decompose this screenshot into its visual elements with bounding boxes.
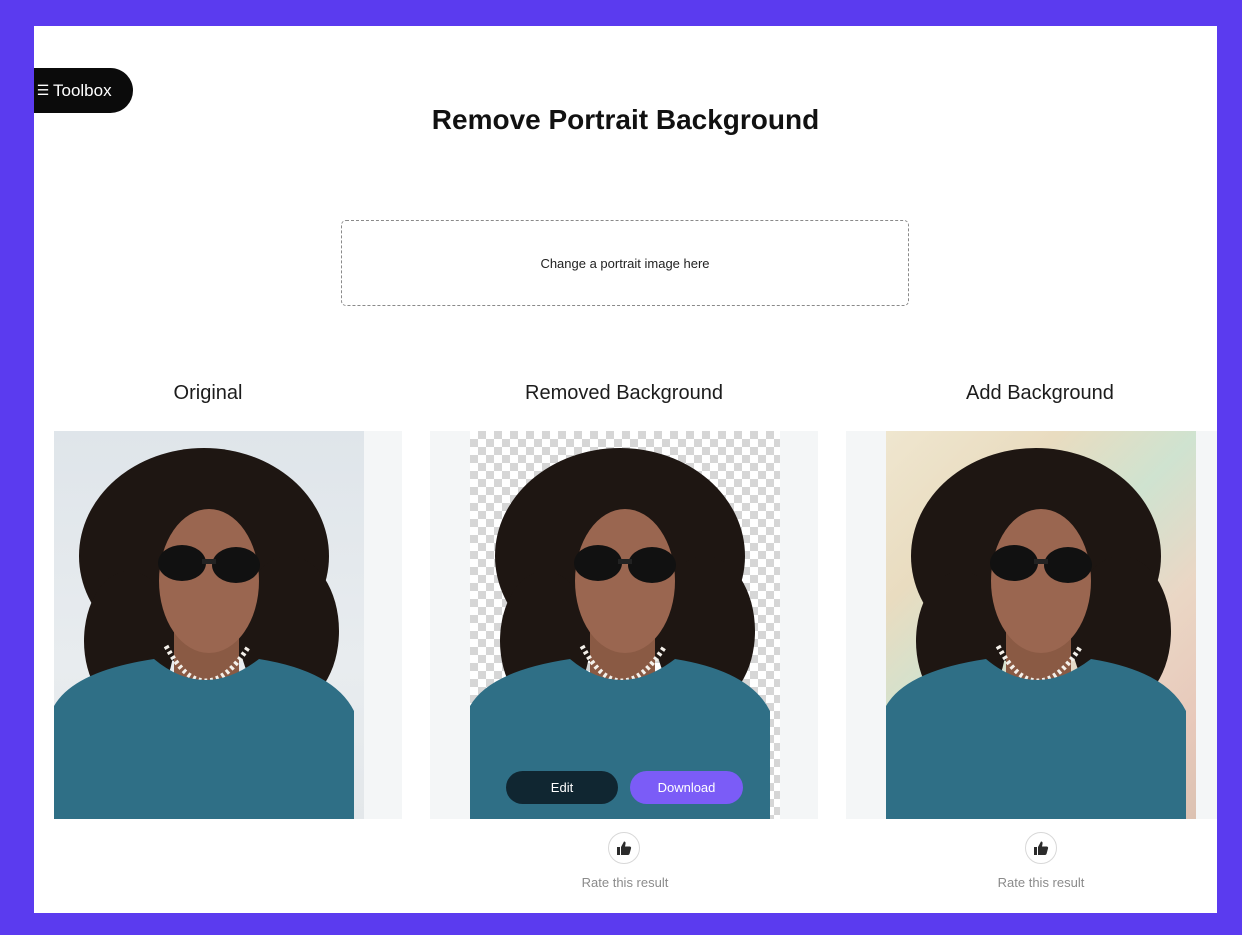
- removed-background-title: Removed Background: [525, 382, 723, 404]
- rate-removed-label: Rate this result: [581, 875, 669, 890]
- removed-background-photo: [470, 431, 780, 819]
- app-frame: ☰ Toolbox Remove Portrait Background Cha…: [34, 26, 1217, 913]
- thumbs-up-icon: [617, 841, 632, 855]
- edit-button[interactable]: Edit: [506, 771, 618, 804]
- add-background-title: Add Background: [966, 382, 1114, 404]
- download-label: Download: [657, 780, 716, 795]
- page-title: Remove Portrait Background: [431, 104, 820, 135]
- original-title: Original: [173, 382, 243, 404]
- original-panel: [54, 431, 402, 819]
- rate-added-label: Rate this result: [997, 875, 1085, 890]
- thumbs-up-icon: [1034, 841, 1049, 855]
- removed-background-panel: [430, 431, 818, 819]
- edit-label: Edit: [550, 780, 574, 795]
- upload-dropzone[interactable]: Change a portrait image here: [341, 220, 909, 306]
- original-photo: [54, 431, 364, 819]
- upload-prompt: Change a portrait image here: [540, 255, 710, 271]
- menu-icon: ☰: [36, 82, 50, 98]
- add-background-panel: [846, 431, 1217, 819]
- toolbox-label: Toolbox: [53, 80, 112, 100]
- rate-added-button[interactable]: [1025, 832, 1057, 864]
- add-background-photo: [886, 431, 1196, 819]
- download-button[interactable]: Download: [630, 771, 743, 804]
- rate-removed-button[interactable]: [608, 832, 640, 864]
